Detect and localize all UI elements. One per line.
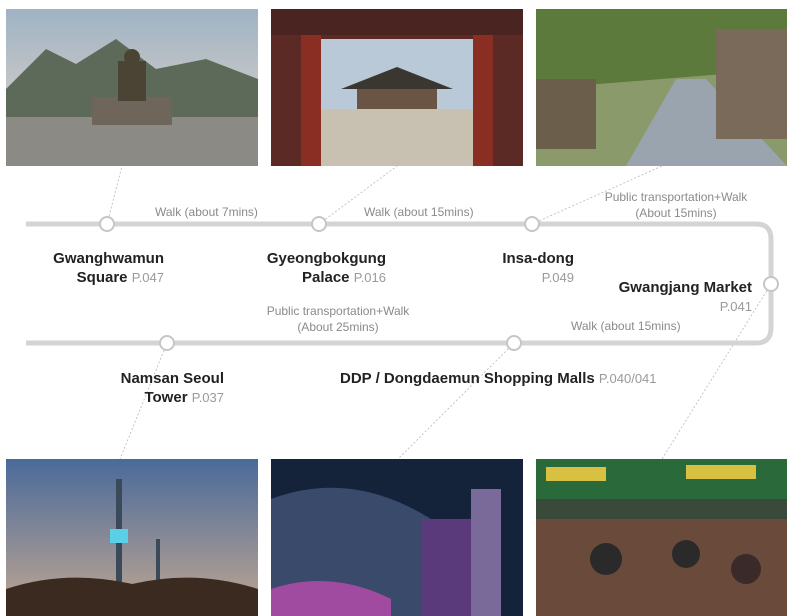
segment-label-transit-25-line1: Public transportation+Walk <box>266 304 410 318</box>
page-ref-ddp: P.040/041 <box>598 371 657 386</box>
stop-label-insadong: Insa-dong P.049 <box>440 249 574 287</box>
stop-label-gwanghwamun: Gwanghwamun Square P.047 <box>20 249 164 287</box>
stop-name-gyeongbokgung: Gyeongbokgung <box>266 250 386 267</box>
leader-ddp <box>397 342 515 460</box>
stop-label-namsan: Namsan Seoul Tower P.037 <box>80 369 224 407</box>
stop-name-ddp: DDP / Dongdaemun Shopping Malls <box>340 370 595 387</box>
segment-label-walk-7: Walk (about 7mins) <box>155 205 258 219</box>
stop-label-ddp: DDP / Dongdaemun Shopping Malls P.040/04… <box>340 369 657 388</box>
page-ref-gyeongbokgung: P.016 <box>353 270 386 285</box>
stop-name-gyeongbokgung-2: Palace <box>301 269 350 286</box>
segment-label-transit-25-line2: (About 25mins) <box>297 320 379 334</box>
page-ref-gwanghwamun: P.047 <box>131 270 164 285</box>
page-ref-namsan: P.037 <box>191 390 224 405</box>
segment-label-transit-15: Public transportation+Walk (About 15mins… <box>586 189 766 221</box>
segment-label-walk-15-b: Walk (about 15mins) <box>571 319 681 333</box>
stop-name-gwanghwamun-2: Square <box>76 269 128 286</box>
segment-label-transit-25: Public transportation+Walk (About 25mins… <box>248 303 428 335</box>
stop-name-gwangjang: Gwangjang Market <box>618 279 752 296</box>
page-ref-insadong: P.049 <box>541 270 574 285</box>
segment-label-transit-15-line1: Public transportation+Walk <box>604 190 748 204</box>
segment-label-transit-15-line2: (About 15mins) <box>635 206 717 220</box>
stop-node-gwanghwamun <box>99 216 115 232</box>
stop-node-gyeongbokgung <box>311 216 327 232</box>
stop-node-namsan <box>159 335 175 351</box>
stop-name-namsan: Namsan Seoul <box>120 370 224 387</box>
stop-node-gwangjang <box>763 276 779 292</box>
stop-node-insadong <box>524 216 540 232</box>
stop-label-gwangjang: Gwangjang Market P.041 <box>560 278 752 316</box>
leader-gwanghwamun <box>106 165 123 225</box>
stop-name-namsan-2: Tower <box>144 389 188 406</box>
page-ref-gwangjang: P.041 <box>719 299 752 314</box>
segment-label-walk-15-a: Walk (about 15mins) <box>364 205 474 219</box>
stop-node-ddp <box>506 335 522 351</box>
stop-label-gyeongbokgung: Gyeongbokgung Palace P.016 <box>220 249 386 287</box>
stop-name-insadong: Insa-dong <box>502 250 574 267</box>
stop-name-gwanghwamun: Gwanghwamun <box>53 250 164 267</box>
